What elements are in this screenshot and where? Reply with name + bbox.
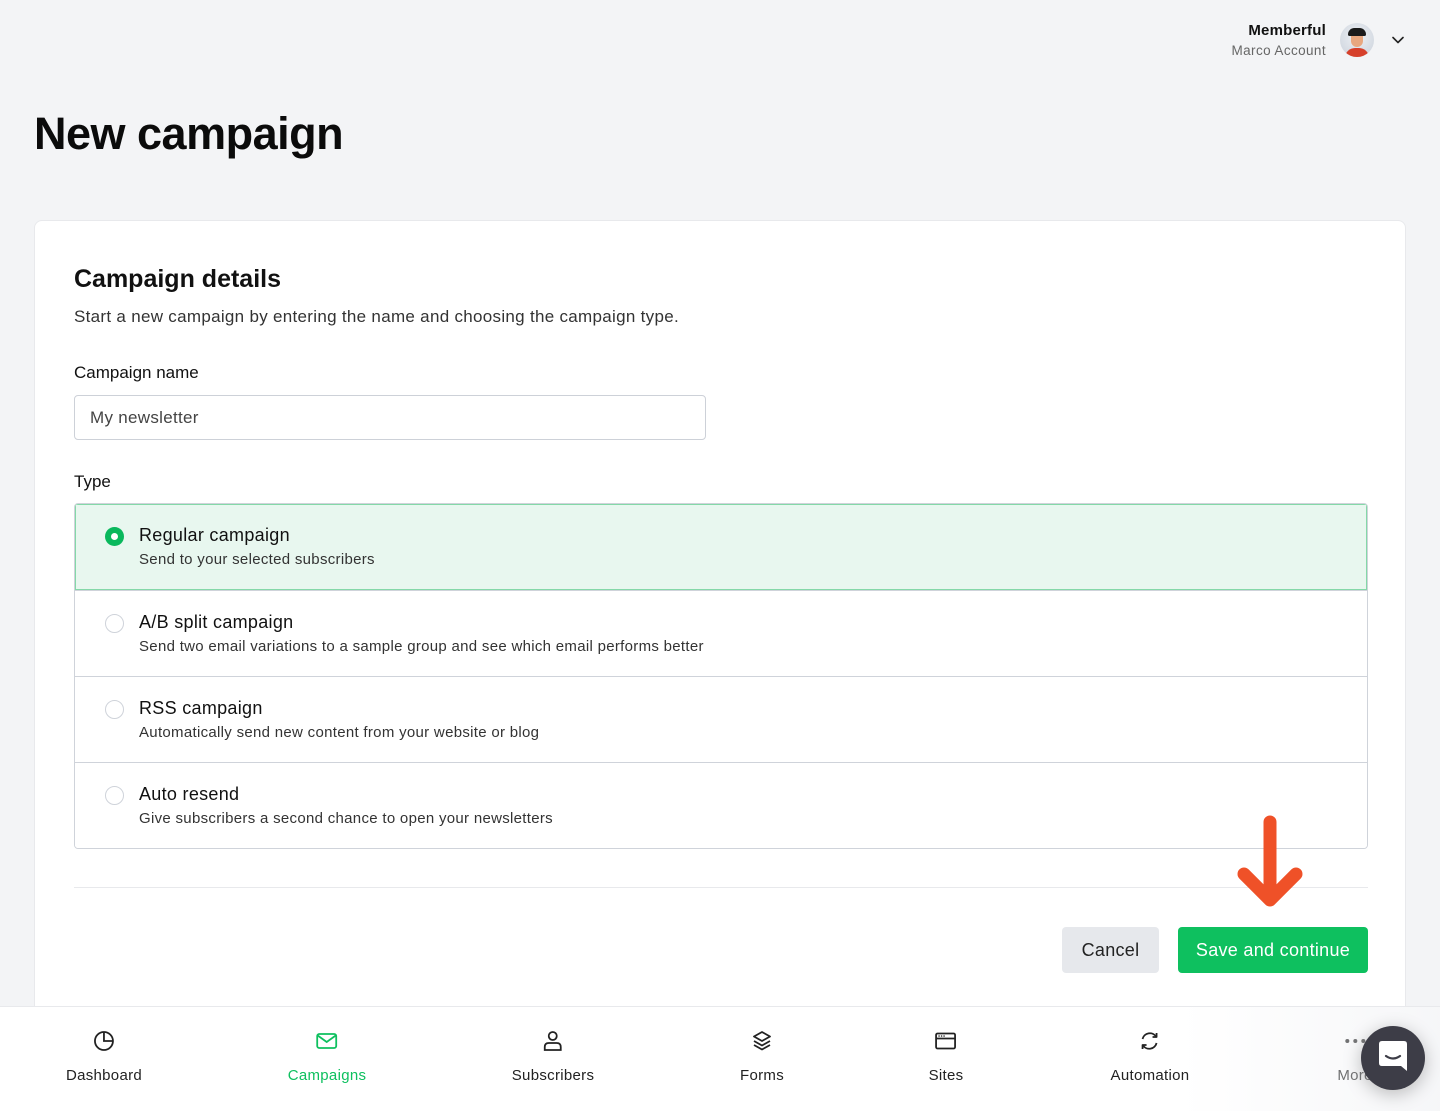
type-option-rss[interactable]: RSS campaign Automatically send new cont…	[75, 676, 1367, 762]
radio-selected[interactable]	[105, 527, 124, 546]
nav-label: Campaigns	[287, 1067, 367, 1084]
mail-icon	[315, 1029, 339, 1053]
option-title: Regular campaign	[139, 525, 290, 545]
type-option-ab-split[interactable]: A/B split campaign Send two email variat…	[75, 590, 1367, 676]
divider	[74, 887, 1368, 888]
nav-item-dashboard[interactable]: Dashboard	[66, 1029, 142, 1084]
account-text: Memberful Marco Account	[1232, 22, 1327, 58]
bottom-nav: Dashboard Campaigns Subscribers Forms Si…	[0, 1006, 1440, 1111]
section-description: Start a new campaign by entering the nam…	[74, 307, 679, 326]
option-description: Automatically send new content from your…	[139, 724, 540, 741]
campaign-type-list: Regular campaign Send to your selected s…	[74, 503, 1368, 849]
nav-label: Dashboard	[65, 1067, 143, 1084]
option-description: Give subscribers a second chance to open…	[139, 810, 553, 827]
nav-label: Sites	[928, 1067, 964, 1084]
save-and-continue-button[interactable]: Save and continue	[1178, 927, 1368, 973]
option-title: A/B split campaign	[139, 612, 294, 632]
refresh-icon	[1138, 1029, 1162, 1053]
layers-icon	[750, 1029, 774, 1053]
cancel-button[interactable]: Cancel	[1062, 927, 1159, 973]
page-title: New campaign	[34, 108, 344, 159]
nav-item-campaigns[interactable]: Campaigns	[288, 1029, 367, 1084]
campaign-name-input[interactable]	[74, 395, 706, 440]
campaign-details-card: Campaign details Start a new campaign by…	[34, 220, 1406, 1040]
account-name: Memberful	[1248, 22, 1326, 39]
radio-unselected[interactable]	[105, 700, 124, 719]
nav-item-forms[interactable]: Forms	[740, 1029, 784, 1084]
option-title: Auto resend	[139, 784, 240, 804]
browser-window-icon	[934, 1029, 958, 1053]
pie-chart-icon	[92, 1029, 116, 1053]
nav-label: Subscribers	[511, 1067, 595, 1084]
type-label: Type	[74, 472, 111, 491]
nav-item-sites[interactable]: Sites	[929, 1029, 964, 1084]
type-option-auto-resend[interactable]: Auto resend Give subscribers a second ch…	[75, 762, 1367, 848]
user-icon	[541, 1029, 565, 1053]
option-description: Send two email variations to a sample gr…	[139, 638, 704, 655]
chevron-down-icon[interactable]	[1388, 30, 1408, 50]
radio-unselected[interactable]	[105, 614, 124, 633]
chat-bubble-icon	[1378, 1040, 1408, 1077]
nav-label: Automation	[1110, 1067, 1190, 1084]
avatar[interactable]	[1340, 23, 1374, 57]
chat-button[interactable]	[1361, 1026, 1425, 1090]
option-description: Send to your selected subscribers	[139, 551, 375, 568]
nav-item-automation[interactable]: Automation	[1111, 1029, 1190, 1084]
type-option-regular[interactable]: Regular campaign Send to your selected s…	[75, 504, 1367, 590]
section-title: Campaign details	[74, 265, 281, 293]
account-subtitle: Marco Account	[1231, 43, 1326, 58]
nav-label: Forms	[740, 1067, 784, 1084]
option-title: RSS campaign	[139, 698, 263, 718]
nav-item-subscribers[interactable]: Subscribers	[512, 1029, 595, 1084]
radio-unselected[interactable]	[105, 786, 124, 805]
campaign-name-label: Campaign name	[74, 363, 199, 382]
account-menu[interactable]: Memberful Marco Account	[1232, 22, 1409, 58]
